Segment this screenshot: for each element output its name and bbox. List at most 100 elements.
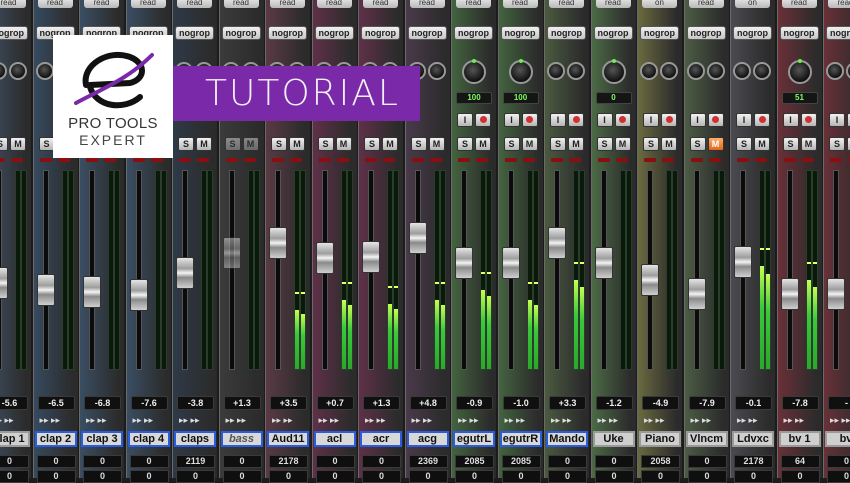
input-monitor-button[interactable]: I bbox=[829, 113, 845, 127]
volume-fader-cap[interactable] bbox=[827, 277, 845, 310]
send-arrows[interactable]: ▸▸ ▸▸ bbox=[458, 415, 492, 427]
track-name[interactable]: bass bbox=[220, 431, 263, 447]
pan-knob-right[interactable] bbox=[427, 62, 446, 80]
track-name[interactable]: acr bbox=[360, 431, 402, 447]
pan-knob-right[interactable] bbox=[753, 62, 771, 80]
send-arrows[interactable]: ▸▸ ▸▸ bbox=[319, 415, 353, 427]
send-arrows[interactable]: ▸▸ ▸▸ bbox=[598, 415, 632, 427]
track-name[interactable]: Aud11 bbox=[267, 431, 309, 447]
volume-fader-cap[interactable] bbox=[83, 275, 101, 308]
group-button[interactable]: nogrop bbox=[407, 26, 447, 40]
mute-button[interactable]: M bbox=[568, 137, 584, 151]
mute-button[interactable]: M bbox=[707, 137, 724, 151]
group-button[interactable]: nogrop bbox=[779, 26, 819, 40]
automation-mode-button[interactable]: read bbox=[270, 0, 305, 8]
automation-mode-button[interactable]: read bbox=[549, 0, 584, 8]
group-button[interactable]: nogrop bbox=[547, 26, 586, 40]
group-button[interactable]: nogrop bbox=[640, 26, 679, 40]
pan-knob[interactable] bbox=[508, 59, 533, 84]
automation-mode-button[interactable]: read bbox=[84, 0, 119, 8]
volume-fader-cap[interactable] bbox=[36, 274, 55, 307]
mute-button[interactable]: M bbox=[10, 137, 26, 151]
mute-button[interactable]: M bbox=[661, 137, 677, 151]
automation-mode-button[interactable]: read bbox=[316, 0, 352, 8]
send-arrows[interactable]: ▸▸ ▸▸ bbox=[691, 415, 725, 427]
mute-button[interactable]: M bbox=[800, 137, 817, 151]
solo-button[interactable]: S bbox=[0, 137, 8, 151]
send-arrows[interactable]: ▸▸ ▸▸ bbox=[179, 415, 213, 427]
track-name[interactable]: Vlncm bbox=[685, 431, 728, 447]
record-enable-button[interactable] bbox=[800, 113, 817, 127]
mute-button[interactable]: M bbox=[521, 137, 538, 151]
input-monitor-button[interactable]: I bbox=[457, 113, 473, 127]
group-button[interactable]: nogrop bbox=[454, 26, 493, 40]
send-arrows[interactable]: ▸▸ ▸▸ bbox=[272, 415, 306, 427]
automation-mode-button[interactable]: on bbox=[735, 0, 770, 8]
volume-fader-cap[interactable] bbox=[269, 227, 287, 260]
automation-mode-button[interactable]: read bbox=[502, 0, 538, 8]
send-arrows[interactable]: ▸▸ ▸▸ bbox=[830, 415, 850, 427]
mute-button[interactable]: M bbox=[614, 137, 631, 151]
input-monitor-button[interactable]: I bbox=[643, 113, 659, 127]
send-arrows[interactable]: ▸▸ ▸▸ bbox=[784, 415, 818, 427]
pan-knob-left[interactable] bbox=[826, 62, 844, 80]
pan-knob-right[interactable] bbox=[567, 62, 585, 80]
send-arrows[interactable]: ▸▸ ▸▸ bbox=[226, 415, 260, 427]
solo-button[interactable]: S bbox=[643, 137, 659, 151]
pan-knob-right[interactable] bbox=[846, 62, 850, 80]
pan-knob-left[interactable] bbox=[733, 62, 751, 80]
group-button[interactable]: nogrop bbox=[733, 26, 772, 40]
pan-knob-right[interactable] bbox=[9, 62, 27, 80]
track-name[interactable]: claps bbox=[174, 431, 216, 447]
solo-button[interactable]: S bbox=[596, 137, 613, 151]
input-monitor-button[interactable]: I bbox=[550, 113, 566, 127]
track-name[interactable]: clap 2 bbox=[34, 431, 77, 447]
track-name[interactable]: clap 3 bbox=[81, 431, 123, 447]
volume-fader-cap[interactable] bbox=[780, 277, 799, 310]
solo-button[interactable]: S bbox=[410, 137, 427, 151]
send-arrows[interactable]: ▸▸ ▸▸ bbox=[133, 415, 167, 427]
input-monitor-button[interactable]: I bbox=[503, 113, 520, 127]
send-arrows[interactable]: ▸▸ ▸▸ bbox=[551, 415, 585, 427]
automation-mode-button[interactable]: read bbox=[0, 0, 26, 8]
mute-button[interactable]: M bbox=[754, 137, 770, 151]
send-arrows[interactable]: ▸▸ ▸▸ bbox=[412, 415, 446, 427]
send-arrows[interactable]: ▸▸ ▸▸ bbox=[644, 415, 678, 427]
group-button[interactable]: nogrop bbox=[686, 26, 726, 40]
solo-button[interactable]: S bbox=[782, 137, 799, 151]
pan-knob[interactable] bbox=[462, 59, 486, 84]
automation-mode-button[interactable]: read bbox=[223, 0, 259, 8]
track-name[interactable]: clap 1 bbox=[0, 431, 30, 447]
mute-button[interactable]: M bbox=[289, 137, 305, 151]
pan-knob-left[interactable] bbox=[686, 62, 705, 80]
group-button[interactable]: nogrop bbox=[593, 26, 633, 40]
track-name[interactable]: Piano bbox=[639, 431, 681, 447]
send-arrows[interactable]: ▸▸ ▸▸ bbox=[365, 415, 399, 427]
pan-knob-left[interactable] bbox=[547, 62, 565, 80]
group-button[interactable]: nogrop bbox=[268, 26, 307, 40]
track-name[interactable]: egutrL bbox=[453, 431, 495, 447]
record-enable-button[interactable] bbox=[614, 113, 631, 127]
volume-fader-cap[interactable] bbox=[641, 264, 659, 297]
mute-button[interactable]: M bbox=[475, 137, 491, 151]
volume-fader-cap[interactable] bbox=[176, 257, 194, 290]
volume-fader-cap[interactable] bbox=[734, 245, 752, 278]
record-enable-button[interactable] bbox=[521, 113, 538, 127]
volume-fader-cap[interactable] bbox=[455, 247, 473, 280]
volume-fader-cap[interactable] bbox=[548, 227, 566, 260]
pan-knob-left[interactable] bbox=[35, 62, 54, 80]
volume-fader-cap[interactable] bbox=[408, 222, 427, 255]
volume-fader-cap[interactable] bbox=[222, 237, 241, 270]
automation-mode-button[interactable]: read bbox=[595, 0, 631, 8]
input-monitor-button[interactable]: I bbox=[596, 113, 613, 127]
send-arrows[interactable]: ▸▸ ▸▸ bbox=[86, 415, 120, 427]
record-enable-button[interactable] bbox=[754, 113, 770, 127]
track-name[interactable]: clap 4 bbox=[127, 431, 170, 447]
track-name[interactable]: egutrR bbox=[499, 431, 542, 447]
track-name[interactable]: bv bbox=[825, 431, 850, 447]
solo-button[interactable]: S bbox=[457, 137, 473, 151]
automation-mode-button[interactable]: read bbox=[781, 0, 817, 8]
automation-mode-button[interactable]: read bbox=[130, 0, 166, 8]
volume-fader-cap[interactable] bbox=[0, 267, 8, 300]
send-arrows[interactable]: ▸▸ ▸▸ bbox=[737, 415, 771, 427]
